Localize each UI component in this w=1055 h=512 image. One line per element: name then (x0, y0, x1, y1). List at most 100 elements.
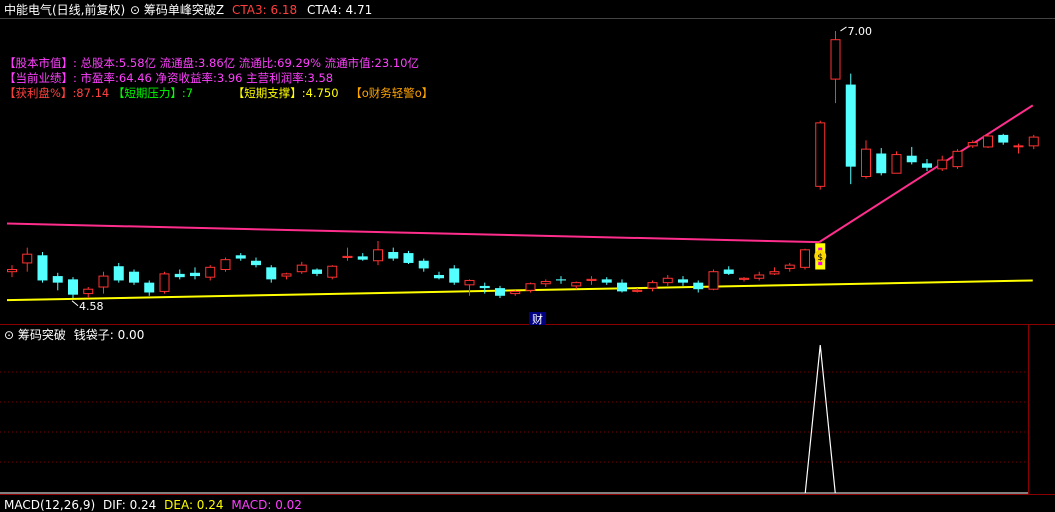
candle-body (952, 150, 963, 168)
candle-body (235, 255, 246, 259)
candle-body (693, 282, 704, 290)
candle-body (739, 277, 749, 280)
panel2-series-value: 0.00 (117, 328, 145, 342)
resistance-label: 【短期压力】 (112, 86, 182, 100)
candle-body (662, 277, 673, 284)
high-price-label: 7.00 (848, 25, 873, 38)
candle-body (159, 273, 170, 292)
main-indicator-header[interactable]: ⊙ 筹码单峰突破Z CTA3: 6.18 CTA4: 4.71 (130, 3, 372, 17)
panel2-header[interactable]: ⊙ 筹码突破 钱袋子: 0.00 (4, 328, 144, 342)
info-line-capital: 【股本市值】: 总股本:5.58亿 流通盘:3.86亿 流通比:69.29% 流… (4, 57, 419, 70)
candle-body (479, 285, 490, 289)
macd-dea: DEA: 0.24 (164, 498, 224, 512)
candle-body (220, 259, 231, 271)
macd-header[interactable]: MACD(12,26,9) DIF: 0.24 DEA: 0.24 MACD: … (4, 498, 302, 512)
candle-body (129, 271, 139, 283)
candle-body (845, 84, 856, 167)
candle-body (647, 282, 658, 289)
info-performance-label: 【当前业绩】: (4, 71, 77, 85)
candle-body (617, 282, 627, 292)
candle-body (174, 273, 185, 278)
candle-body (281, 273, 292, 277)
candle-body (296, 264, 307, 273)
candle-body (251, 260, 261, 266)
stock-title[interactable]: 中能电气(日线,前复权) (4, 3, 125, 17)
candle-body (525, 283, 536, 291)
info-capital-label: 【股本市值】: (4, 56, 77, 70)
panel2-dropdown-icon[interactable]: ⊙ (4, 328, 14, 342)
candle-body (586, 278, 597, 281)
candle-body (266, 267, 277, 280)
candle-body (540, 281, 551, 285)
cta3-value: 6.18 (270, 3, 298, 17)
candle-body (830, 39, 841, 80)
resistance-line (6, 222, 820, 244)
candle-body (22, 253, 33, 264)
candle-body (373, 249, 383, 262)
candle-body (403, 253, 414, 263)
candle-body (1013, 145, 1024, 148)
candle-body (327, 265, 338, 278)
candle-body (983, 135, 993, 148)
candle-body (922, 163, 932, 168)
candle-body (937, 159, 948, 170)
candle-body (723, 269, 734, 274)
candle-body (678, 279, 688, 283)
money-bag-spike (804, 344, 836, 494)
candle-body (190, 272, 200, 277)
candle-body (784, 264, 795, 269)
cai-label: 财 (532, 312, 543, 326)
candle-body (998, 134, 1009, 143)
candle-body (68, 279, 78, 295)
candle-body (571, 282, 582, 287)
macd-value: MACD: 0.02 (231, 498, 302, 512)
finance-warning-label: 【o财务轻警o】 (350, 86, 434, 100)
cta4-label: CTA4: (307, 3, 342, 17)
candle-body (601, 279, 612, 283)
indicator-dropdown-icon[interactable]: ⊙ (130, 3, 140, 17)
candle-body (52, 276, 63, 283)
candle-body (800, 249, 810, 268)
macd-dif: DIF: 0.24 (102, 498, 157, 512)
profit-ratio-label: 【获利盘%】 (4, 86, 73, 100)
candle-body (906, 155, 917, 163)
candle-body (83, 288, 94, 295)
cta4-value: 4.71 (345, 3, 373, 17)
candle-body (876, 153, 887, 174)
candle-body (861, 148, 871, 177)
candle-body (449, 268, 460, 283)
candle-body (312, 269, 322, 274)
candle-body (556, 279, 566, 281)
high-marker-line (840, 26, 847, 32)
panel2-series-label: 钱袋子: (73, 328, 114, 342)
candle-body (967, 142, 978, 147)
info-line-performance: 【当前业绩】: 市盈率:64.46 净资收益率:3.96 主营利润率:3.58 (4, 72, 333, 85)
support-label: 【短期支撑】 (232, 86, 302, 100)
candle-body (418, 260, 429, 269)
candle-body (754, 274, 765, 279)
candle-body (434, 274, 444, 279)
candle-body (342, 255, 353, 258)
candle-body (113, 266, 124, 281)
candle-body (769, 271, 780, 275)
profit-ratio-value: :87.14 (72, 86, 110, 100)
candle-body (7, 269, 17, 273)
candle-body (891, 154, 902, 174)
candle-body (495, 288, 505, 296)
low-marker-line (71, 300, 79, 307)
candle-body (144, 282, 155, 293)
info-line-stats: 【获利盘%】:87.14 【短期压力】:7 【短期支撑】:4.750 【o财务轻… (4, 87, 433, 100)
candle-body (1028, 136, 1039, 147)
candle-body (357, 256, 368, 260)
candle-body (632, 289, 643, 292)
cta3-label: CTA3: (231, 3, 267, 17)
coin-label: $ (817, 253, 823, 263)
macd-label: MACD(12,26,9) (4, 498, 96, 512)
candle-body (37, 255, 48, 281)
candle-body (205, 266, 216, 278)
candle-body (388, 252, 399, 259)
info-performance-text: 市盈率:64.46 净资收益率:3.96 主营利润率:3.58 (80, 71, 334, 85)
info-capital-text: 总股本:5.58亿 流通盘:3.86亿 流通比:69.29% 流通市值:23.1… (80, 56, 419, 70)
candle-body (98, 275, 109, 288)
candle-body (464, 279, 475, 286)
